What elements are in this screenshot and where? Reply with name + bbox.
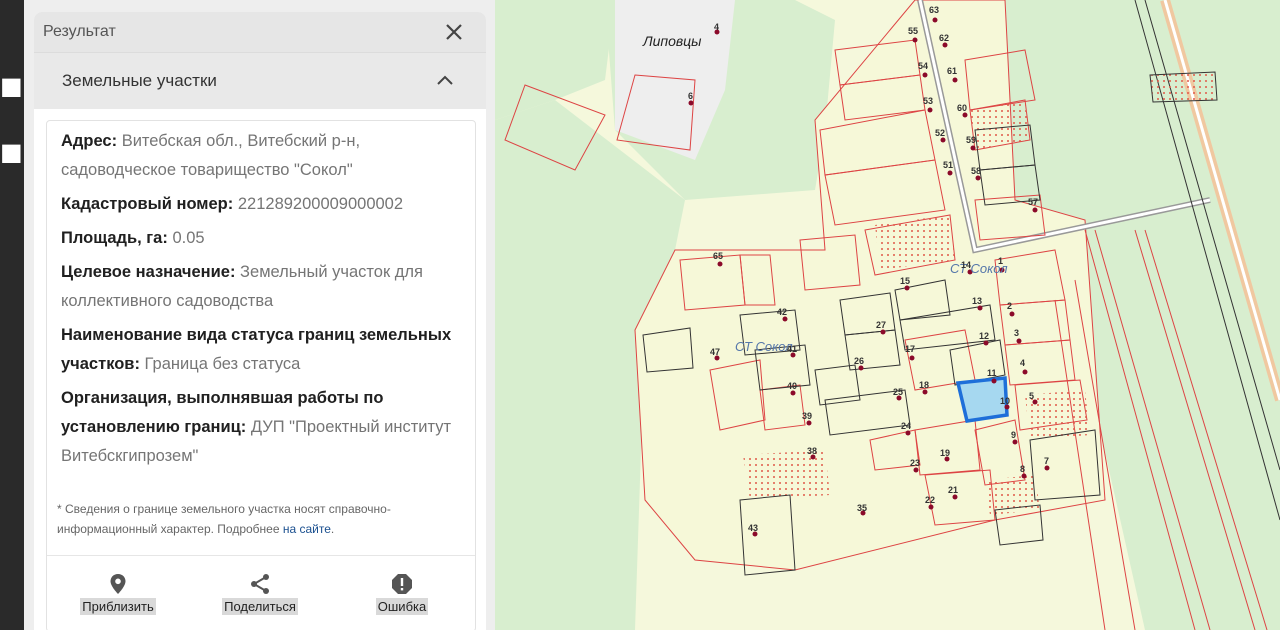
note-link[interactable]: на сайте <box>283 522 331 536</box>
zoom-button[interactable]: Приблизить <box>73 572 163 616</box>
parcel-number: 5 <box>1029 391 1035 401</box>
parcel-number: 21 <box>948 485 959 495</box>
field-label: Площадь, га: <box>61 229 168 247</box>
parcel-number: 9 <box>1011 430 1017 440</box>
toolbar-icon-1[interactable]: ■ <box>0 72 23 100</box>
parcel-number: 43 <box>748 523 759 533</box>
parcel-number: 23 <box>910 458 921 468</box>
field-address: Адрес: Витебская обл., Витебский р-н, са… <box>61 127 461 185</box>
parcel-number: 35 <box>857 503 868 513</box>
note-end: . <box>330 522 335 536</box>
parcel-number: 27 <box>876 320 887 330</box>
parcel-number: 25 <box>893 387 904 397</box>
result-header: Результат <box>34 12 486 52</box>
section-title: Земельные участки <box>62 71 217 90</box>
disclaimer-note: * Сведения о границе земельного участка … <box>57 499 467 539</box>
report-error-button[interactable]: Ошибка <box>357 572 447 616</box>
field-boundary-status: Наименование вида статуса границ земельн… <box>61 321 461 379</box>
location-pin-icon <box>110 574 126 594</box>
field-value: 221289200009000002 <box>237 195 404 213</box>
error-label: Ошибка <box>375 598 429 615</box>
parcel-number: 63 <box>929 5 940 15</box>
parcel-number: 8 <box>1020 464 1026 474</box>
note-text: * Сведения о границе земельного участка … <box>57 502 391 536</box>
field-label: Целевое назначение: <box>61 263 236 281</box>
result-panel: Результат Земельные участки Адрес: Витеб… <box>24 0 495 630</box>
parcel-number: 17 <box>905 344 916 354</box>
error-octagon-icon <box>392 574 412 594</box>
parcel-number: 62 <box>939 33 950 43</box>
st-label-2: СТ Сокол <box>735 339 793 354</box>
zoom-label: Приблизить <box>80 598 156 615</box>
parcel-number: 54 <box>918 61 929 71</box>
parcel-number: 58 <box>971 166 982 176</box>
parcel-number: 15 <box>900 276 911 286</box>
result-card: Результат Земельные участки Адрес: Витеб… <box>34 12 486 630</box>
parcel-number: 10 <box>1000 396 1011 406</box>
parcel-number: 26 <box>854 356 865 366</box>
parcel-number: 52 <box>935 128 946 138</box>
result-title: Результат <box>43 23 116 40</box>
field-label: Адрес: <box>61 132 118 150</box>
parcel-number: 24 <box>901 421 912 431</box>
plot-info-box: Адрес: Витебская обл., Витебский р-н, са… <box>46 120 476 630</box>
cadastral-map[interactable]: Липовцы СТ Сокол СТ Сокол 63 55 62 54 61… <box>495 0 1280 630</box>
action-bar: Приблизить Поделиться Ошибка <box>47 555 475 630</box>
toolbar-icon-2[interactable]: ■ <box>0 138 23 166</box>
chevron-up-icon[interactable] <box>436 73 454 87</box>
parcel-number: 6 <box>688 91 694 101</box>
parcel-number: 51 <box>943 160 954 170</box>
field-value: Граница без статуса <box>144 355 301 373</box>
share-label: Поделиться <box>222 598 298 615</box>
parcel-number: 13 <box>972 296 983 306</box>
parcel-number: 22 <box>925 495 936 505</box>
parcel-number: 4 <box>714 22 720 32</box>
parcel-number: 1 <box>998 256 1004 266</box>
field-area: Площадь, га: 0.05 <box>61 224 461 253</box>
parcel-number: 11 <box>987 368 997 378</box>
share-button[interactable]: Поделиться <box>215 572 305 616</box>
parcel-number: 47 <box>710 347 721 357</box>
parcel-number: 18 <box>919 380 930 390</box>
parcel-number: 19 <box>940 448 951 458</box>
parcel-number: 53 <box>923 96 934 106</box>
left-toolbar: ■ ■ <box>0 0 24 630</box>
parcel-number: 59 <box>966 135 977 145</box>
parcel-number: 4 <box>1020 358 1026 368</box>
parcel-number: 14 <box>961 260 972 270</box>
parcel-number: 57 <box>1028 197 1039 207</box>
parcel-number: 39 <box>802 411 813 421</box>
parcel-number: 55 <box>908 26 919 36</box>
close-icon[interactable] <box>442 20 466 44</box>
parcel-number: 65 <box>713 251 724 261</box>
field-organization: Организация, выполнявшая работы по устан… <box>61 384 461 471</box>
parcel-number: 7 <box>1044 456 1050 466</box>
field-cadastral-number: Кадастровый номер: 221289200009000002 <box>61 190 461 219</box>
parcel-number: 61 <box>947 66 958 76</box>
share-icon <box>251 574 269 594</box>
field-label: Кадастровый номер: <box>61 195 234 213</box>
field-value: 0.05 <box>172 229 205 247</box>
field-purpose: Целевое назначение: Земельный участок дл… <box>61 258 461 316</box>
parcel-number: 41 <box>787 344 798 354</box>
parcel-number: 12 <box>979 331 990 341</box>
map-canvas[interactable] <box>495 0 1280 630</box>
parcel-number: 2 <box>1007 301 1013 311</box>
parcel-number: 60 <box>957 103 968 113</box>
parcel-number: 38 <box>807 446 818 456</box>
parcel-number: 3 <box>1014 328 1020 338</box>
parcel-number: 40 <box>787 381 798 391</box>
section-header-land-plots[interactable]: Земельные участки <box>34 52 486 109</box>
village-label: Липовцы <box>643 33 702 49</box>
parcel-number: 42 <box>777 307 788 317</box>
